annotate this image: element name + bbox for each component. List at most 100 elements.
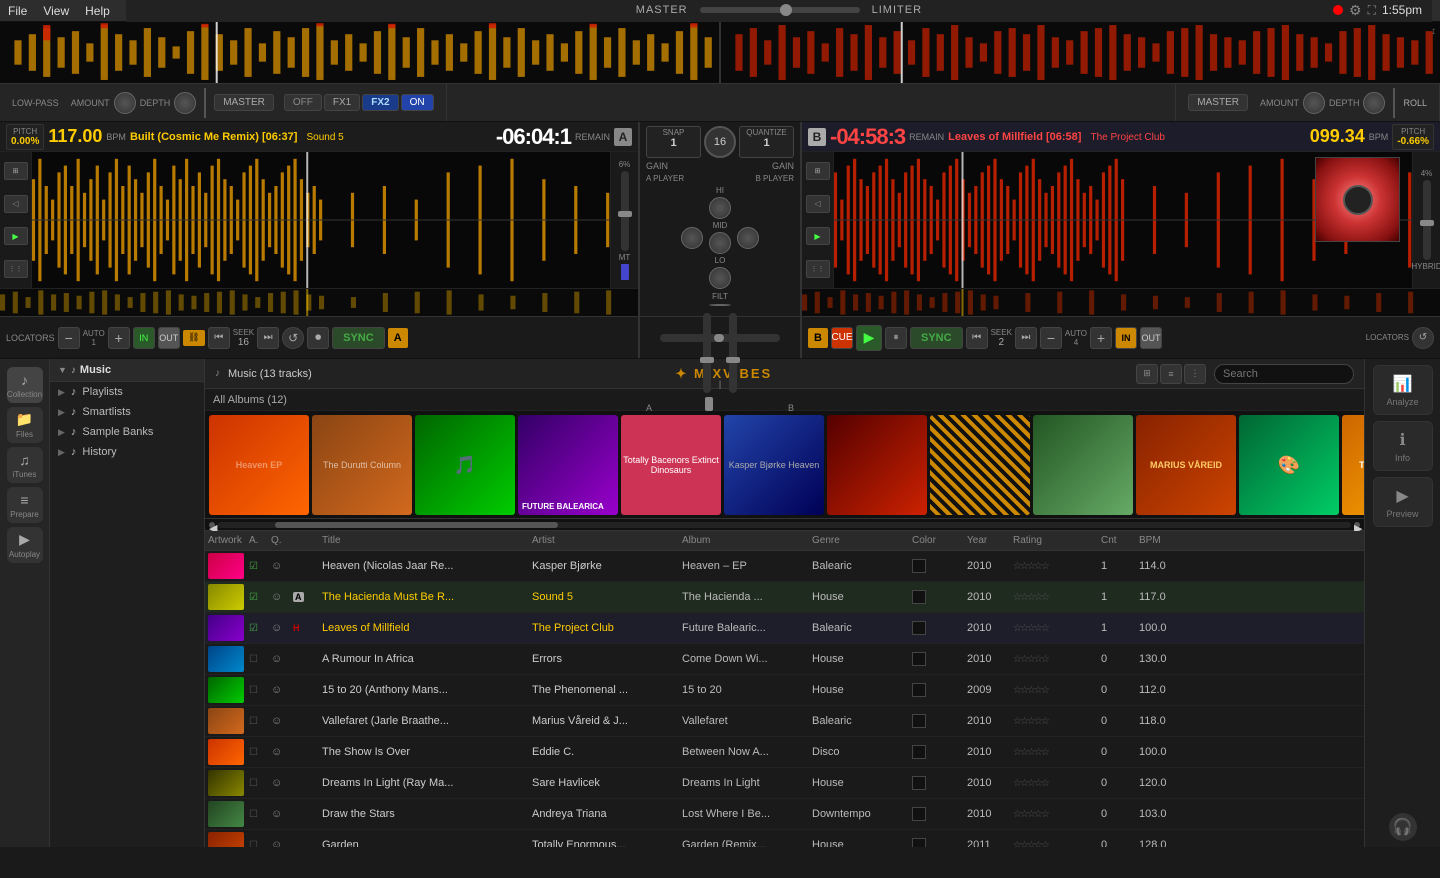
view-details-btn[interactable]: ⋮ (1184, 364, 1206, 384)
waveform-overview-right[interactable] (719, 22, 1440, 83)
track-row[interactable]: ☐ ☺ Dreams In Light (Ray Ma... Sare Havl… (205, 768, 1364, 799)
track-row[interactable]: ☐ ☺ Vallefaret (Jarle Braathe... Marius … (205, 706, 1364, 737)
hi-knob[interactable] (709, 197, 731, 219)
album-thumb-4[interactable]: Totally Bacenors Extinct Dinosaurs (621, 415, 721, 515)
album-thumb-10[interactable]: 🎨 (1239, 415, 1339, 515)
deck-b-waveform[interactable]: 4% HYBRID ⊞ ◁ ▶ ⋮⋮ (802, 152, 1440, 288)
deck-b-play-btn[interactable]: ▶ (806, 227, 830, 245)
settings-icon[interactable]: ⚙ (1349, 2, 1362, 19)
gain-knob-right[interactable] (737, 227, 759, 249)
master-btn-left[interactable]: MASTER (214, 94, 274, 111)
pitch-slider-a[interactable] (621, 171, 629, 251)
info-btn[interactable]: ℹ Info (1373, 421, 1433, 471)
album-thumb-6[interactable] (827, 415, 927, 515)
fader-b[interactable] (729, 313, 737, 393)
deck-a-loop-btn2[interactable]: ↺ (282, 327, 304, 349)
master-slider[interactable] (700, 7, 860, 13)
deck-b-cue-btn[interactable]: ◁ (806, 195, 830, 213)
sidebar-icon-autoplay[interactable]: ▶ Autoplay (7, 527, 43, 563)
amount-knob-left[interactable] (114, 92, 136, 114)
gain-knob-left[interactable] (681, 227, 703, 249)
album-thumb-9[interactable]: MARIUS VÅREID (1136, 415, 1236, 515)
depth-knob-left[interactable] (174, 92, 196, 114)
deck-b-plus-btn[interactable]: + (1090, 327, 1112, 349)
fader-a[interactable] (703, 313, 711, 393)
album-thumb-11[interactable]: Timmy Thomas (1342, 415, 1364, 515)
deck-b-cue-btn[interactable]: CUE (831, 327, 853, 349)
sidebar-icon-itunes[interactable]: ♫ iTunes (7, 447, 43, 483)
scrollbar-track[interactable] (218, 522, 1351, 528)
fx2-btn[interactable]: FX2 (362, 94, 398, 111)
deck-b-minus-btn[interactable]: − (1040, 327, 1062, 349)
deck-b-loop-btn[interactable]: ⊞ (806, 162, 830, 180)
sidebar-icon-files[interactable]: 📁 Files (7, 407, 43, 443)
deck-a-rew-btn[interactable]: ⏮ (208, 327, 230, 349)
album-thumb-0[interactable]: Heaven EP (209, 415, 309, 515)
album-thumb-1[interactable]: The Durutti Column (312, 415, 412, 515)
scroll-left-btn[interactable]: ◀ (209, 522, 215, 528)
album-thumb-7[interactable] (930, 415, 1030, 515)
fullscreen-icon[interactable]: ⛶ (1368, 3, 1376, 18)
view-grid-btn[interactable]: ⊞ (1136, 364, 1158, 384)
sidebar-item-playlists[interactable]: ▶ ♪ Playlists (50, 382, 204, 402)
fx-off-btn[interactable]: OFF (284, 94, 322, 111)
album-thumb-8[interactable] (1033, 415, 1133, 515)
sidebar-music-header[interactable]: ▼ ♪ Music (50, 359, 204, 382)
deck-b-locator-btn[interactable]: ↺ (1412, 327, 1434, 349)
track-row[interactable]: ☐ ☺ A Rumour In Africa Errors Come Down … (205, 644, 1364, 675)
deck-a-plus-btn[interactable]: + (108, 327, 130, 349)
deck-b-pause-btn[interactable]: ⏸ (885, 327, 907, 349)
headphone-btn[interactable]: 🎧 (1389, 813, 1417, 841)
track-row[interactable]: ☑ ☺ H Leaves of Millfield The Project Cl… (205, 613, 1364, 644)
scroll-right-btn[interactable]: ▶ (1354, 522, 1360, 528)
waveform-overview[interactable]: ↕ (0, 22, 1440, 84)
deck-b-mini-waveform[interactable] (802, 288, 1440, 316)
deck-b-sync-btn[interactable]: SYNC (910, 327, 963, 349)
deck-a-grid-btn[interactable]: ⋮⋮ (4, 260, 28, 278)
deck-a-fwd-btn[interactable]: ⏭ (257, 327, 279, 349)
crossfader-center[interactable]: 16 (704, 126, 736, 158)
view-list-btn[interactable]: ≡ (1160, 364, 1182, 384)
fx-on-btn[interactable]: ON (401, 94, 434, 111)
master-btn-right[interactable]: MASTER (1188, 94, 1248, 111)
album-thumb-5[interactable]: Kasper Bjørke Heaven (724, 415, 824, 515)
track-row[interactable]: ☐ ☺ Draw the Stars Andreya Triana Lost W… (205, 799, 1364, 830)
album-scrollbar[interactable]: ◀ ▶ (205, 519, 1364, 531)
deck-a-cue-btn[interactable]: ◁ (4, 195, 28, 213)
deck-b-grid-btn[interactable]: ⋮⋮ (806, 260, 830, 278)
sidebar-icon-prepare[interactable]: ≡ Prepare (7, 487, 43, 523)
deck-a-link-btn[interactable]: ⛓ (183, 330, 205, 346)
search-input[interactable] (1214, 364, 1354, 384)
track-row[interactable]: ☐ ☺ Garden Totally Enormous... Garden (R… (205, 830, 1364, 847)
deck-b-deck-id-btn[interactable]: B (808, 328, 828, 348)
album-thumb-3[interactable]: FUTURE BALEARICA (518, 415, 618, 515)
menu-file[interactable]: File (8, 4, 27, 18)
deck-a-deck-id-btn[interactable]: A (388, 328, 408, 348)
preview-btn[interactable]: ▶ Preview (1373, 477, 1433, 527)
sidebar-item-samplebanks[interactable]: ▶ ♪ Sample Banks (50, 422, 204, 442)
sidebar-icon-collection[interactable]: ♪ Collection (7, 367, 43, 403)
deck-a-minus-btn[interactable]: − (58, 327, 80, 349)
deck-a-sync-btn[interactable]: SYNC (332, 327, 385, 349)
waveform-overview-left[interactable] (0, 22, 719, 83)
track-row[interactable]: ☐ ☺ 15 to 20 (Anthony Mans... The Phenom… (205, 675, 1364, 706)
track-row[interactable]: ☐ ☺ The Show Is Over Eddie C. Between No… (205, 737, 1364, 768)
track-row[interactable]: ☑ ☺ A The Hacienda Must Be R... Sound 5 … (205, 582, 1364, 613)
mid-knob[interactable] (709, 232, 731, 254)
deck-b-play-btn[interactable]: ▶ (856, 325, 882, 351)
depth-knob-right[interactable] (1363, 92, 1385, 114)
fx1-btn[interactable]: FX1 (324, 94, 360, 111)
sidebar-item-smartlists[interactable]: ▶ ♪ Smartlists (50, 402, 204, 422)
filt-knob[interactable] (709, 304, 731, 306)
deck-a-waveform[interactable]: ⊞ ◁ ▶ ⋮⋮ 6% MT (0, 152, 638, 288)
pitch-slider-b[interactable] (1423, 180, 1431, 260)
menu-help[interactable]: Help (85, 4, 110, 18)
deck-b-out-btn[interactable]: OUT (1140, 327, 1162, 349)
sidebar-item-history[interactable]: ▶ ♪ History (50, 442, 204, 462)
menu-view[interactable]: View (43, 4, 69, 18)
scroll-indicator[interactable]: ↕ (1431, 26, 1436, 37)
lo-knob[interactable] (709, 267, 731, 289)
album-strip[interactable]: Heaven EP The Durutti Column 🎵 FUTURE BA… (205, 411, 1364, 519)
deck-a-mini-waveform[interactable] (0, 288, 638, 316)
amount-knob-right[interactable] (1303, 92, 1325, 114)
